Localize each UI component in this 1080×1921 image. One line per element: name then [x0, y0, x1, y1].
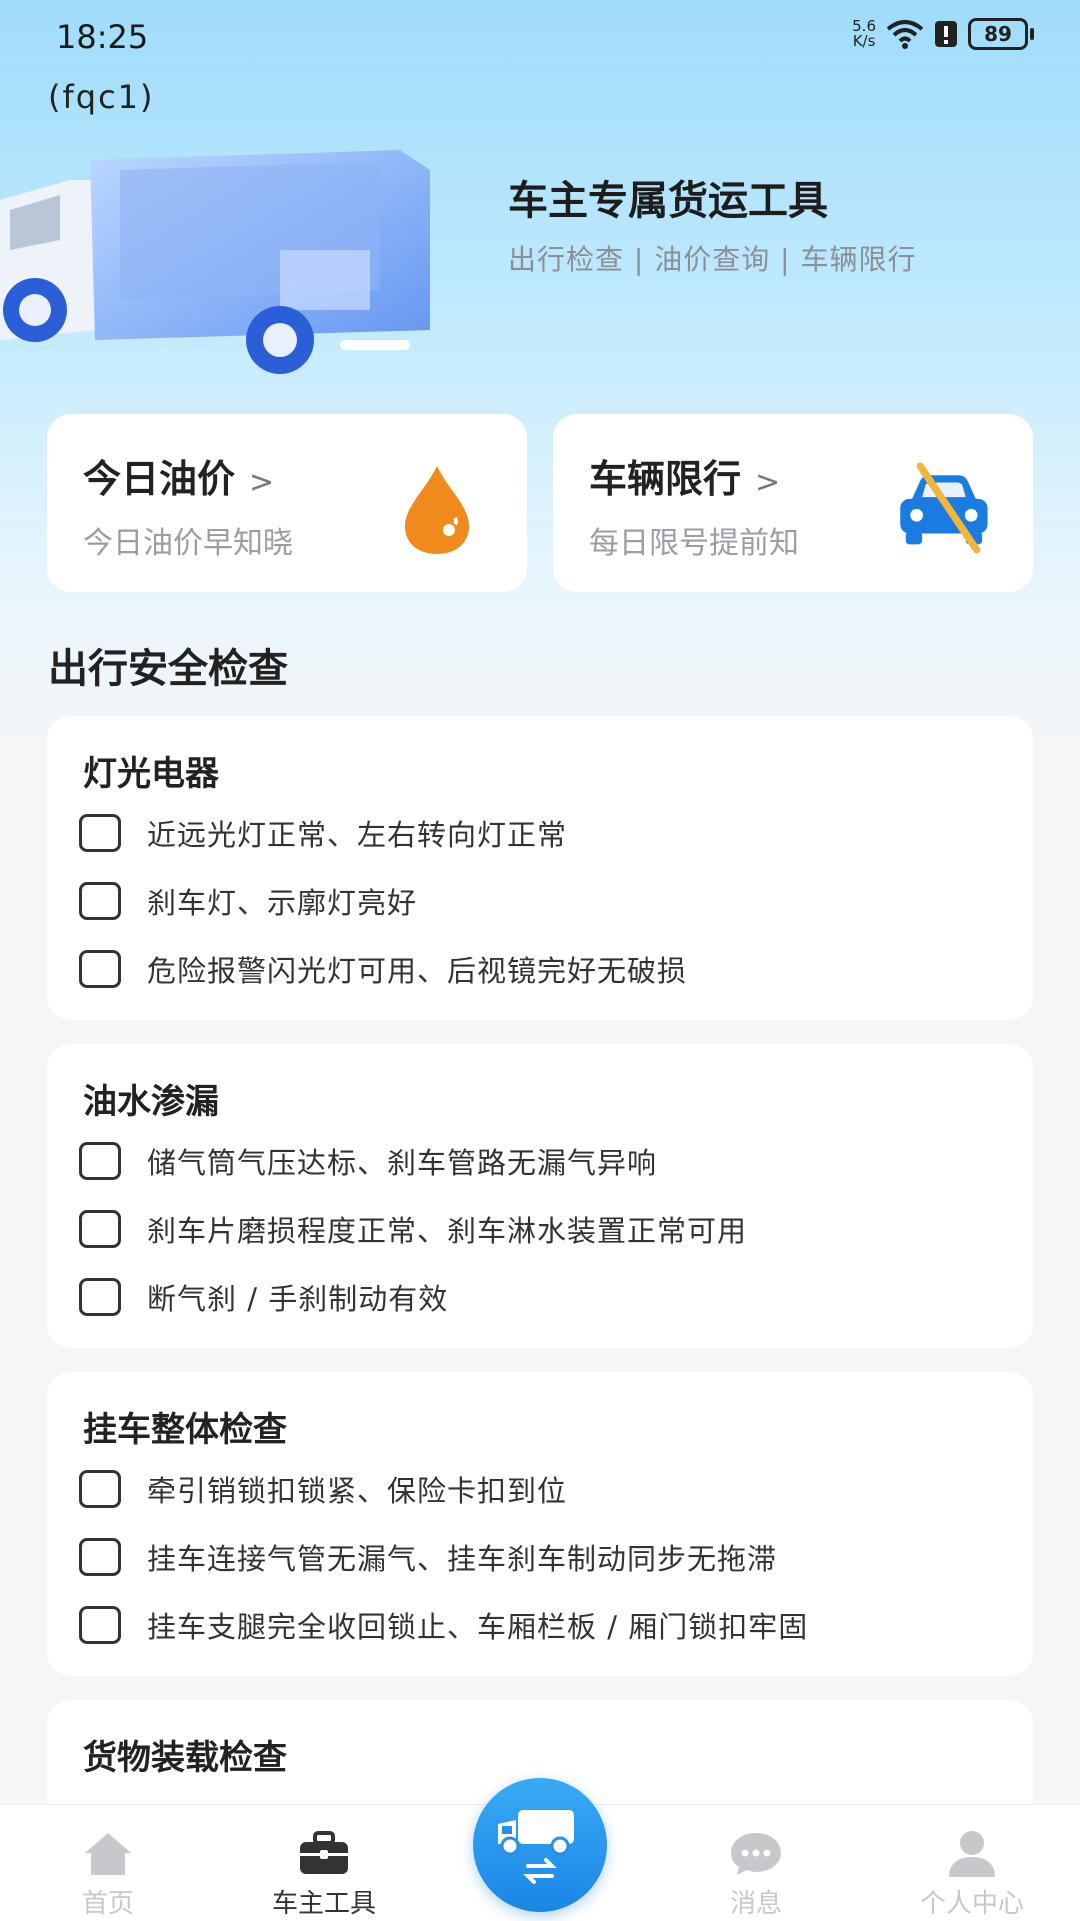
- user-icon: [949, 1831, 995, 1877]
- no-car-icon: [900, 462, 988, 554]
- status-time: 18:25: [56, 18, 149, 56]
- checkbox[interactable]: [79, 1470, 121, 1508]
- group-title: 挂车整体检查: [83, 1410, 287, 1450]
- restriction-subtitle: 每日限号提前知: [589, 526, 799, 561]
- oil-price-card[interactable]: 今日油价 > 今日油价早知晓: [47, 414, 527, 592]
- truck-swap-icon: [498, 1810, 574, 1884]
- tab-messages[interactable]: 消息: [666, 1805, 846, 1921]
- tab-profile[interactable]: 个人中心: [882, 1805, 1062, 1921]
- network-speed: 5.6 K/s: [852, 17, 876, 50]
- home-icon: [85, 1833, 131, 1875]
- status-icons: 5.6 K/s 89: [852, 17, 1034, 50]
- oil-price-subtitle: 今日油价早知晓: [83, 526, 293, 561]
- truck-illustration: [0, 150, 430, 374]
- vehicle-restriction-card[interactable]: 车辆限行 > 每日限号提前知: [553, 414, 1033, 592]
- check-item[interactable]: 储气筒气压达标、刹车管路无漏气异响: [79, 1136, 657, 1186]
- checkbox[interactable]: [79, 1142, 121, 1180]
- message-icon: [731, 1833, 781, 1875]
- check-item[interactable]: 牵引销锁扣锁紧、保险卡扣到位: [79, 1464, 567, 1514]
- checkbox[interactable]: [79, 1278, 121, 1316]
- status-bar: 18:25 5.6 K/s 89: [0, 0, 1080, 72]
- group-title: 货物装载检查: [83, 1738, 287, 1778]
- checkbox[interactable]: [79, 1606, 121, 1644]
- check-group-lights: 灯光电器 近远光灯正常、左右转向灯正常 刹车灯、示廓灯亮好 危险报警闪光灯可用、…: [47, 716, 1033, 1020]
- checkbox[interactable]: [79, 814, 121, 852]
- chevron-right-icon: >: [249, 465, 275, 500]
- checkbox[interactable]: [79, 1210, 121, 1248]
- check-item[interactable]: 断气刹 / 手刹制动有效: [79, 1272, 448, 1322]
- tab-home[interactable]: 首页: [18, 1805, 198, 1921]
- section-title: 出行安全检查: [48, 646, 288, 692]
- check-item[interactable]: 刹车灯、示廓灯亮好: [79, 876, 417, 926]
- alert-icon: [935, 21, 957, 47]
- check-group-trailer: 挂车整体检查 牵引销锁扣锁紧、保险卡扣到位 挂车连接气管无漏气、挂车刹车制动同步…: [47, 1372, 1033, 1676]
- check-group-leaks: 油水渗漏 储气筒气压达标、刹车管路无漏气异响 刹车片磨损程度正常、刹车淋水装置正…: [47, 1044, 1033, 1348]
- center-action-button[interactable]: [473, 1778, 607, 1912]
- chevron-right-icon: >: [755, 465, 781, 500]
- oil-price-title: 今日油价 >: [83, 457, 275, 501]
- checkbox[interactable]: [79, 1538, 121, 1576]
- checkbox[interactable]: [79, 882, 121, 920]
- briefcase-icon: [300, 1831, 348, 1874]
- app-label: (fqc1): [48, 78, 155, 116]
- tab-owner-tools[interactable]: 车主工具: [234, 1805, 414, 1921]
- restriction-title: 车辆限行 >: [589, 457, 781, 501]
- group-title: 油水渗漏: [83, 1082, 219, 1122]
- checkbox[interactable]: [79, 950, 121, 988]
- wifi-icon: [886, 20, 924, 49]
- oil-drop-icon: [405, 466, 469, 554]
- hero-subtitle: 出行检查 | 油价查询 | 车辆限行: [508, 243, 917, 276]
- check-item[interactable]: 近远光灯正常、左右转向灯正常: [79, 808, 567, 858]
- check-item[interactable]: 挂车支腿完全收回锁止、车厢栏板 / 厢门锁扣牢固: [79, 1600, 808, 1650]
- check-item[interactable]: 危险报警闪光灯可用、后视镜完好无破损: [79, 944, 687, 994]
- battery-icon: 89: [968, 18, 1034, 50]
- check-item[interactable]: 挂车连接气管无漏气、挂车刹车制动同步无拖滞: [79, 1532, 777, 1582]
- check-item[interactable]: 刹车片磨损程度正常、刹车淋水装置正常可用: [79, 1204, 747, 1254]
- hero-title: 车主专属货运工具: [508, 178, 828, 224]
- group-title: 灯光电器: [83, 754, 219, 794]
